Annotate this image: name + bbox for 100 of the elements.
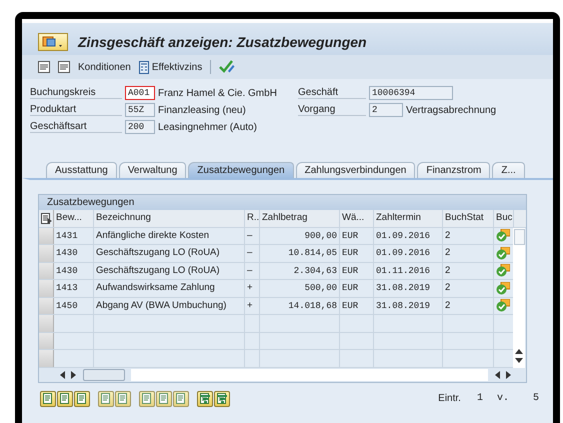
row-selector[interactable] <box>39 315 54 332</box>
scroll-left-icon[interactable] <box>494 370 500 378</box>
field-label: Produktart <box>30 104 122 116</box>
input-field[interactable]: 10006394 <box>369 86 453 100</box>
field-description: Franz Hamel & Cie. GmbH <box>158 88 277 98</box>
table-cell: 1413 <box>54 280 94 296</box>
posted-status-icon <box>496 264 510 278</box>
row-selector[interactable] <box>39 280 54 296</box>
table-cell: EUR <box>340 298 374 314</box>
field-label: Geschäftsart <box>30 121 122 133</box>
table-cell: 01.09.2016 <box>374 245 443 262</box>
scroll-down-icon[interactable] <box>515 358 523 364</box>
column-header[interactable]: R.. <box>245 210 260 226</box>
row-selector[interactable] <box>39 298 54 314</box>
tab[interactable]: Zusatzbewegungen <box>188 162 294 178</box>
scroll-right-icon[interactable] <box>506 370 512 378</box>
table-cell: + <box>245 298 260 314</box>
table-cell: 31.08.2019 <box>374 280 443 296</box>
column-header[interactable]: Bew... <box>54 210 94 226</box>
table-cell: – <box>245 245 260 262</box>
row-selector[interactable] <box>39 245 54 262</box>
details-button[interactable] <box>57 390 73 406</box>
posted-status-icon <box>496 246 510 260</box>
column-header[interactable]: Bezeichnung <box>94 210 245 226</box>
current-entry: 1 <box>476 393 483 404</box>
table-cell: 01.09.2016 <box>374 228 443 244</box>
list-icon[interactable] <box>38 61 50 73</box>
table-cell: EUR <box>340 262 374 279</box>
entries-label: Eintr. <box>437 393 462 404</box>
table-title: Zusatzbewegungen <box>39 195 526 210</box>
row-selector[interactable] <box>39 350 54 366</box>
input-field[interactable]: 200 <box>125 120 155 134</box>
row-selector[interactable] <box>39 332 54 349</box>
table-cell: Anfängliche direkte Kosten <box>94 228 245 244</box>
tab[interactable]: Zahlungsverbindungen <box>296 162 416 178</box>
posted-status-icon <box>496 282 510 295</box>
table-cell: 31.08.2019 <box>374 298 443 314</box>
table-cell: 1430 <box>54 262 94 279</box>
table-cell: + <box>245 280 260 296</box>
table-cell: Geschäftszugang LO (RoUA) <box>94 262 245 279</box>
menu-button[interactable] <box>38 33 68 51</box>
posted-status-icon <box>496 229 510 242</box>
tab[interactable]: Finanzstrom <box>417 162 490 178</box>
table-cell: EUR <box>340 280 374 296</box>
table-cell: 900,00 <box>260 228 340 244</box>
calculator-icon <box>138 60 149 74</box>
table-cell: 2 <box>443 245 494 262</box>
field-label: Geschäft <box>298 87 366 99</box>
field-description: Vertragsabrechnung <box>406 104 496 116</box>
table-cell: 1450 <box>54 298 94 314</box>
table-cell: EUR <box>340 228 374 244</box>
field-description: Finanzleasing (neu) <box>158 104 246 116</box>
table-cell: 10.814,05 <box>260 245 340 262</box>
table-cell: 2 <box>443 262 494 279</box>
table-cell: 2.304,63 <box>260 262 340 279</box>
form-icon[interactable] <box>58 61 70 73</box>
table-cell: Abgang AV (BWA Umbuchung) <box>94 298 245 314</box>
table-cell: Geschäftszugang LO (RoUA) <box>94 245 245 262</box>
table-cell: Aufwandswirksame Zahlung <box>94 280 245 296</box>
input-field[interactable]: 55Z <box>125 103 155 117</box>
scroll-thumb[interactable] <box>83 368 125 380</box>
scroll-up-icon[interactable] <box>515 348 523 354</box>
table-cell: 2 <box>443 280 494 296</box>
layout-icon[interactable] <box>39 210 54 226</box>
field-label: Vorgang <box>298 104 366 116</box>
table-cell: 2 <box>443 228 494 244</box>
column-header[interactable]: Zahlbetrag <box>260 210 340 226</box>
table-cell: 1431 <box>54 228 94 244</box>
row-selector[interactable] <box>39 262 54 279</box>
posted-status-icon <box>496 299 510 312</box>
table-cell: 2 <box>443 298 494 314</box>
table-cell: – <box>245 228 260 244</box>
table-cell: 1430 <box>54 245 94 262</box>
field-description: Leasingnehmer (Auto) <box>158 122 257 132</box>
details-button[interactable] <box>74 390 90 406</box>
table-cell: – <box>245 262 260 279</box>
scroll-right-icon[interactable] <box>71 370 77 378</box>
column-header[interactable]: BuchStat <box>443 210 494 226</box>
scroll-left-icon[interactable] <box>59 370 65 378</box>
field-label: Buchungskreis <box>30 87 122 99</box>
table-cell: 01.11.2016 <box>374 262 443 279</box>
conditions-button[interactable]: Konditionen <box>78 62 131 72</box>
tab[interactable]: Verwaltung <box>118 162 186 178</box>
table-cell: EUR <box>340 245 374 262</box>
menu-icon <box>42 35 64 49</box>
table-cell: 500,00 <box>260 280 340 296</box>
input-field[interactable]: A001 <box>125 86 155 100</box>
tab[interactable]: Ausstattung <box>46 162 117 178</box>
window-title: Zinsgeschäft anzeigen: Zusatzbewegungen <box>78 34 367 50</box>
of-label: v. <box>496 393 510 404</box>
effective-rate-button[interactable]: Effektivzins <box>138 60 202 74</box>
column-header[interactable]: Wä... <box>340 210 374 226</box>
table-cell: 14.018,68 <box>260 298 340 314</box>
column-header[interactable]: Zahltermin <box>374 210 443 226</box>
total-entries: 5 <box>532 393 539 404</box>
input-field[interactable]: 2 <box>369 103 403 117</box>
check-pencil-icon[interactable] <box>219 60 236 74</box>
scroll-thumb[interactable] <box>514 228 524 244</box>
vertical-scrollbar[interactable] <box>513 228 525 368</box>
tab[interactable]: Z... <box>492 162 525 178</box>
